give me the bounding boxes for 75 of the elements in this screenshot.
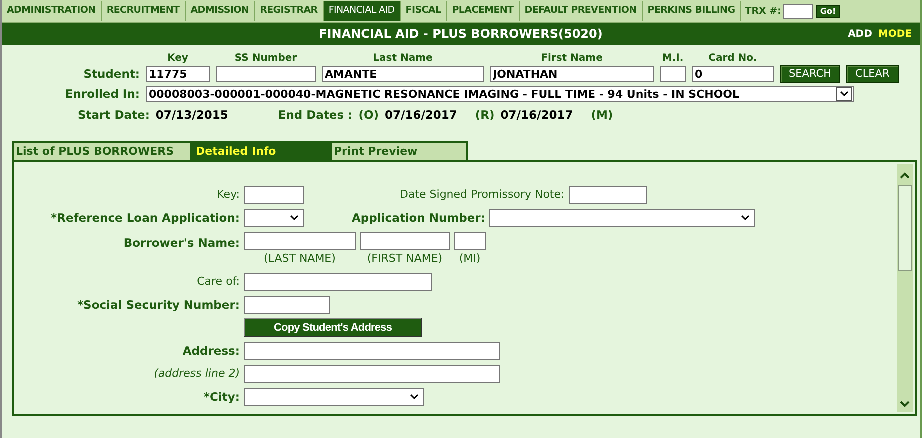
field-label: (address line 2)	[154, 367, 240, 380]
chevron-down-icon	[741, 214, 750, 220]
student-button[interactable]: SEARCH	[780, 65, 840, 83]
start-date-label: Start Date:	[78, 108, 150, 122]
field-label: Care of:	[197, 275, 240, 288]
student-field[interactable]: 0	[692, 66, 774, 82]
field-label: Date Signed Promissory Note:	[400, 188, 565, 201]
input-field[interactable]	[568, 186, 647, 204]
select-field[interactable]	[489, 208, 756, 226]
nav-tab[interactable]: FISCAL	[400, 1, 448, 21]
nav-tab[interactable]: PERKINS BILLING	[642, 1, 742, 21]
nav-tab[interactable]: FINANCIAL AID	[324, 1, 401, 21]
student-field[interactable]	[660, 66, 686, 82]
select-field[interactable]	[244, 208, 304, 226]
go-button[interactable]: Go!	[816, 4, 840, 18]
original-label: (O)	[358, 108, 379, 122]
column-heading: M.I.	[661, 53, 685, 64]
scroll-down-icon[interactable]	[900, 401, 910, 408]
tab[interactable]: List of PLUS BORROWERS	[12, 141, 192, 160]
column-heading: Key	[166, 53, 190, 64]
student-button[interactable]: CLEAR	[846, 65, 899, 83]
name-part-label: (LAST NAME)	[264, 252, 336, 265]
nav-tab[interactable]: ADMISSION	[186, 1, 256, 21]
field-label: Application Number:	[352, 210, 486, 224]
field-label: Address:	[182, 344, 240, 358]
copy-address-button[interactable]: Copy Student's Address	[244, 318, 422, 337]
mode-label: MODE	[878, 28, 912, 40]
page-title: FINANCIAL AID - PLUS BORROWERS(5020)	[319, 27, 603, 41]
select-field[interactable]	[244, 388, 424, 406]
nav-tab[interactable]: DEFAULT PREVENTION	[520, 1, 643, 21]
column-heading: Card No.	[708, 53, 758, 64]
field-label: *City:	[204, 390, 240, 404]
add-label: ADD	[848, 28, 872, 40]
field-label: Borrower's Name:	[124, 236, 240, 250]
field-label: *Social Security Number:	[78, 298, 240, 312]
student-label: Student:	[82, 67, 140, 81]
end-dates-label: End Dates :	[278, 108, 353, 122]
name-part-label: (MI)	[459, 252, 481, 265]
trx-label: TRX #:	[745, 6, 782, 16]
original-end-date: 07/16/2017	[384, 108, 458, 122]
scroll-thumb[interactable]	[898, 185, 912, 271]
chevron-down-icon	[840, 91, 848, 97]
name-field[interactable]	[244, 232, 356, 250]
name-field[interactable]	[360, 232, 450, 250]
revised-label: (R)	[475, 108, 495, 122]
tab[interactable]: Print Preview	[330, 141, 468, 160]
student-field[interactable]: 11775	[146, 66, 210, 82]
input-field[interactable]	[244, 186, 304, 204]
scrollbar[interactable]	[897, 164, 913, 412]
chevron-down-icon	[290, 214, 299, 220]
nav-tab[interactable]: RECRUITMENT	[102, 1, 186, 21]
start-date: 07/13/2015	[156, 108, 228, 122]
column-heading: First Name	[540, 53, 604, 64]
student-field[interactable]	[216, 66, 316, 82]
field-label: Key:	[217, 188, 240, 201]
input-field[interactable]	[244, 296, 330, 314]
m-label: (M)	[591, 108, 614, 122]
input-field[interactable]	[244, 342, 500, 360]
field-label: *Reference Loan Application:	[51, 210, 240, 224]
input-field[interactable]	[244, 272, 432, 290]
revised-end-date: 07/16/2017	[500, 108, 574, 122]
column-heading: SS Number	[234, 53, 298, 64]
scroll-up-icon[interactable]	[900, 172, 910, 179]
trx-input[interactable]	[783, 4, 814, 18]
name-part-label: (FIRST NAME)	[367, 252, 443, 265]
input-field[interactable]	[244, 364, 500, 382]
enrolled-select[interactable]: 00008003-000001-000040-MAGNETIC RESONANCE IMAGING - FULL TIME - 94 Units - IN SCHOOL	[146, 86, 854, 102]
student-field[interactable]: AMANTE	[322, 66, 484, 82]
enrolled-label: Enrolled In:	[64, 87, 140, 101]
nav-tab[interactable]: PLACEMENT	[447, 1, 520, 21]
name-field[interactable]	[454, 232, 486, 250]
column-heading: Last Name	[372, 53, 434, 64]
tab[interactable]: Detailed Info	[192, 141, 330, 160]
chevron-down-icon	[410, 394, 419, 400]
nav-tab[interactable]: ADMINISTRATION	[2, 1, 102, 21]
